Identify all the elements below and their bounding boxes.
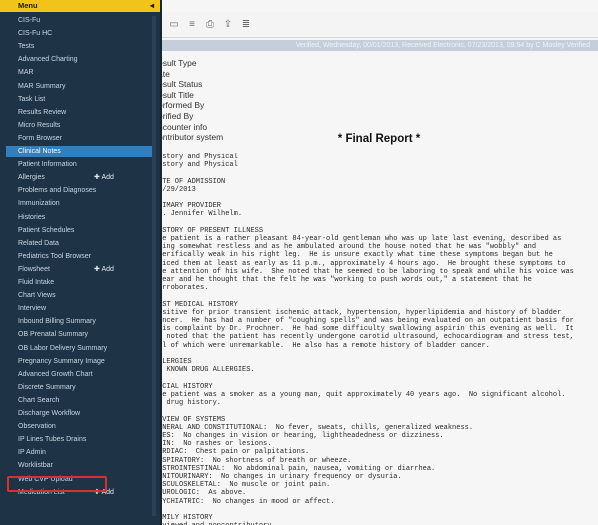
menu-item-label: CIS-Fu	[18, 17, 41, 24]
add-button[interactable]: ✚ Add	[94, 264, 114, 275]
menu-item[interactable]: CIS-Fu	[6, 15, 152, 26]
meta-label: ncounter info	[158, 121, 208, 132]
menu-item[interactable]: Pregnancy Summary Image	[6, 356, 152, 367]
meta-label: esult Title	[158, 89, 194, 100]
list-icon[interactable]: ≡	[186, 19, 198, 31]
menu-item[interactable]: IP Lines Tubes Drains	[6, 434, 152, 445]
menu-item-label: Interview	[18, 305, 47, 313]
menu-item-label: Chart Views	[18, 292, 56, 300]
menu-item-label: Flowsheet	[18, 265, 50, 273]
menu-item-label: Patient Information	[18, 161, 77, 169]
menu-item-label: Task List	[18, 95, 46, 103]
menu-item[interactable]: Immunization	[6, 198, 152, 209]
menu-item-label: Fluid Intake	[18, 279, 55, 286]
menu-header: Menu ◂	[0, 0, 160, 12]
menu-item-label: OB Labor Delivery Summary	[18, 344, 108, 352]
document-toolbar: ▭ ≡ ⎙ ⇪ ≣	[160, 12, 598, 38]
menu-icon[interactable]: ≣	[240, 19, 252, 31]
menu-item[interactable]: CIS-Fu HC	[6, 28, 152, 39]
menu-item[interactable]: Histories	[6, 212, 152, 223]
document-icon[interactable]: ▭	[168, 19, 180, 31]
menu-item[interactable]: Advanced Charting	[6, 54, 152, 65]
menu-item[interactable]: Tests	[6, 41, 152, 52]
menu-item[interactable]: Worklistbar	[6, 460, 152, 471]
menu-item[interactable]: Discrete Summary	[6, 382, 152, 393]
menu-item-label: Problems and Diagnoses	[18, 187, 97, 195]
menu-item-label: Worklistbar	[18, 462, 53, 470]
menu-item-label: Discrete Summary	[18, 383, 76, 391]
menu-item-label: Results Review	[18, 108, 67, 116]
menu-item[interactable]: IP Admin	[6, 447, 152, 458]
menu-item[interactable]: Flowsheet ✚ Add	[6, 264, 152, 275]
menu-item-label: OB Prenatal Summary	[18, 331, 89, 339]
document-status-bar: Verified, Wednesday, 00/01/2013, Receive…	[160, 40, 598, 51]
menu-item-label: Immunization	[18, 200, 60, 208]
export-icon[interactable]: ⇪	[222, 19, 234, 31]
menu-item[interactable]: Pediatrics Tool Browser	[6, 251, 152, 262]
menu-item[interactable]: Form Browser	[6, 133, 152, 144]
menu-item[interactable]: Micro Results	[6, 120, 152, 131]
menu-item[interactable]: Problems and Diagnoses	[6, 185, 152, 196]
add-button[interactable]: ✚ Add	[94, 172, 114, 183]
menu-item-label: MAR	[18, 69, 34, 77]
menu-item[interactable]: Chart Views	[6, 290, 152, 301]
menu-item-label: CIS-Fu HC	[18, 30, 53, 38]
menu-item[interactable]: Inbound Billing Summary	[6, 316, 152, 327]
menu-panel: Menu ◂ CIS-Fu CIS-Fu HC Tests Advanced Char…	[0, 0, 162, 525]
menu-item-label: Discharge Workflow	[18, 410, 81, 417]
menu-item-label: Clinical Notes	[18, 148, 61, 155]
menu-item[interactable]: Task List	[6, 94, 152, 105]
menu-item[interactable]: Clinical Notes	[6, 146, 152, 157]
menu-item[interactable]: Fluid Intake	[6, 277, 152, 288]
highlight-annotation	[7, 476, 107, 492]
menu-item-label: Histories	[18, 213, 46, 221]
menu-item[interactable]: Results Review	[6, 107, 152, 118]
menu-item[interactable]: Discharge Workflow	[6, 408, 152, 419]
add-label: Add	[101, 174, 114, 182]
menu-scrollbar[interactable]	[152, 16, 156, 516]
menu-item-label: Pediatrics Tool Browser	[18, 252, 92, 260]
document-metadata: esult Type ate esult Status esult Title …	[158, 58, 223, 143]
menu-item[interactable]: Patient Information	[6, 159, 152, 170]
add-label: Add	[101, 265, 114, 273]
menu-item-label: Tests	[18, 43, 35, 51]
menu-item-label: Inbound Billing Summary	[18, 318, 96, 326]
meta-label: erformed By	[158, 100, 205, 111]
menu-item-label: Pregnancy Summary Image	[18, 357, 105, 365]
pin-icon[interactable]: ◂	[150, 0, 154, 12]
menu-item-label: Patient Schedules	[18, 226, 75, 234]
menu-item-label: IP Admin	[18, 449, 46, 457]
menu-item-label: IP Lines Tubes Drains	[18, 436, 87, 444]
menu-item-label: Form Browser	[18, 134, 62, 142]
menu-title: Menu	[18, 1, 38, 10]
menu-item[interactable]: Patient Schedules	[6, 225, 152, 236]
menu-item[interactable]: Allergies ✚ Add	[6, 172, 152, 183]
menu-item[interactable]: Advanced Growth Chart	[6, 369, 152, 380]
menu-item-label: MAR Summary	[18, 82, 66, 90]
meta-label: ate	[158, 68, 170, 79]
menu-item-label: Advanced Growth Chart	[18, 370, 93, 378]
menu-item[interactable]: OB Labor Delivery Summary	[6, 343, 152, 354]
menu-item[interactable]: Observation	[6, 421, 152, 432]
menu-item-label: Allergies	[18, 174, 45, 182]
report-body: istory and Physical istory and Physical …	[158, 153, 574, 525]
menu-item-label: Observation	[18, 423, 56, 431]
menu-item-label: Advanced Charting	[18, 56, 78, 64]
menu-item[interactable]: Related Data	[6, 238, 152, 249]
meta-label: esult Type	[158, 58, 197, 68]
menu-item-label: Micro Results	[18, 121, 61, 129]
menu-item-label: Chart Search	[18, 396, 60, 404]
menu-item-label: Related Data	[18, 239, 59, 247]
menu-item[interactable]: MAR	[6, 67, 152, 78]
meta-label: esult Status	[158, 79, 203, 90]
print-icon[interactable]: ⎙	[204, 19, 216, 31]
menu-item[interactable]: OB Prenatal Summary	[6, 329, 152, 340]
menu-item[interactable]: MAR Summary	[6, 81, 152, 92]
menu-item[interactable]: Chart Search	[6, 395, 152, 406]
meta-label: erified By	[158, 110, 194, 121]
menu-item[interactable]: Interview	[6, 303, 152, 314]
